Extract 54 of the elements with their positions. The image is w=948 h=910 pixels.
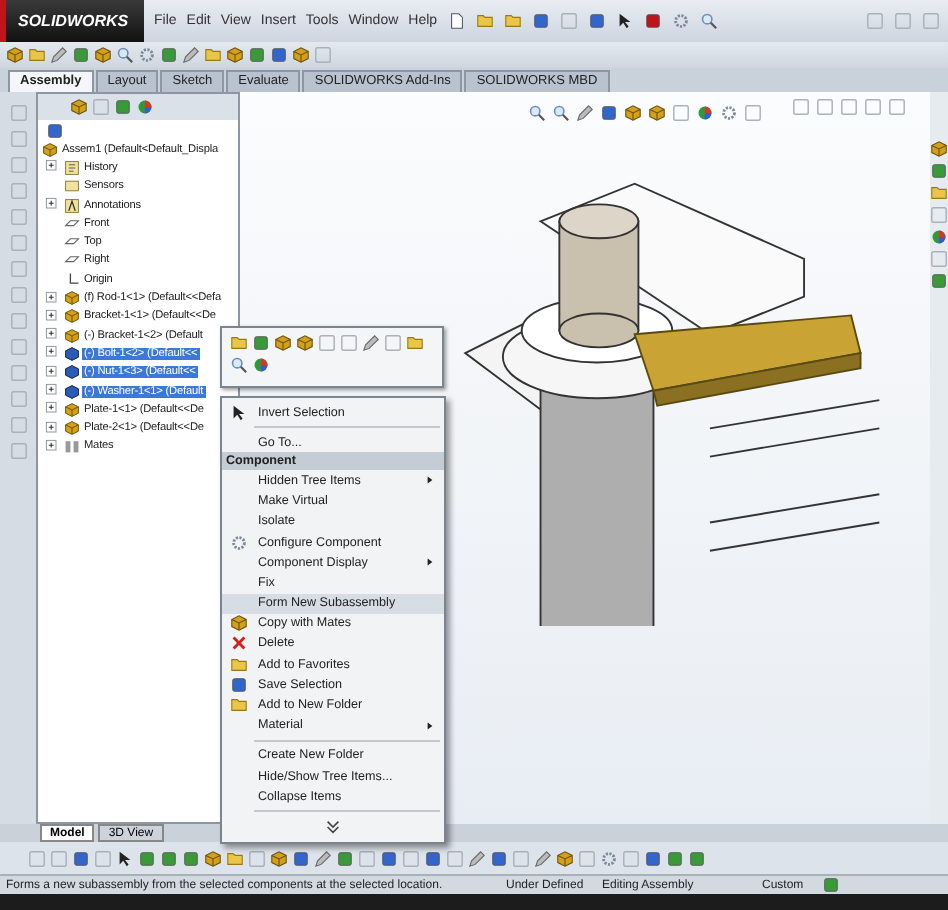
search-icon[interactable]	[116, 46, 134, 64]
app-logo: SOLIDWORKS	[0, 0, 144, 42]
expand-icon	[44, 158, 60, 175]
pencil-icon[interactable]	[362, 334, 380, 352]
cube-icon[interactable]	[296, 334, 314, 352]
pencil-icon[interactable]	[50, 46, 68, 64]
status-icon[interactable]	[822, 876, 840, 894]
folder-icon[interactable]	[503, 12, 522, 30]
cube-icon[interactable]	[6, 46, 24, 64]
delete-icon	[230, 634, 248, 653]
sensor-icon	[64, 178, 80, 195]
task-pane-icon[interactable]	[930, 140, 948, 158]
gear-icon[interactable]	[138, 46, 156, 64]
annotation-icon	[64, 197, 80, 214]
task-pane-icon[interactable]	[930, 228, 948, 246]
cube-icon[interactable]	[292, 46, 310, 64]
appearance-icon[interactable]	[136, 98, 154, 116]
feature-tree-icon[interactable]	[70, 98, 88, 116]
color-ball-icon[interactable]	[696, 104, 714, 122]
submenu-arrow-icon	[424, 556, 436, 569]
zoom-icon[interactable]	[528, 104, 546, 122]
zoom-icon[interactable]	[230, 356, 248, 374]
cube-icon[interactable]	[226, 46, 244, 64]
open-folder-icon[interactable]	[475, 12, 494, 30]
toolbar-icon[interactable]	[556, 849, 574, 867]
folder-icon	[230, 655, 248, 674]
gear-icon	[230, 533, 248, 552]
gear-icon[interactable]	[720, 104, 738, 122]
cube-icon[interactable]	[624, 104, 642, 122]
toolbar-icon[interactable]	[270, 849, 288, 867]
folder-icon[interactable]	[406, 334, 424, 352]
folder-icon[interactable]	[28, 46, 46, 64]
color-ball-icon[interactable]	[252, 356, 270, 374]
cube-icon	[230, 614, 248, 633]
cube-icon[interactable]	[648, 104, 666, 122]
pencil-icon[interactable]	[576, 104, 594, 122]
settings-icon[interactable]	[671, 12, 690, 30]
toolbar-icon[interactable]	[204, 849, 222, 867]
pencil-icon[interactable]	[182, 46, 200, 64]
expand-icon	[44, 196, 60, 213]
history-icon	[64, 159, 80, 176]
search-icon[interactable]	[699, 12, 718, 30]
cube-icon[interactable]	[94, 46, 112, 64]
mates-icon	[64, 438, 80, 455]
cube-icon[interactable]	[274, 334, 292, 352]
submenu-arrow-icon	[424, 474, 436, 487]
submenu-arrow-icon	[424, 719, 436, 732]
new-document-icon[interactable]	[447, 12, 466, 30]
zoom-icon[interactable]	[552, 104, 570, 122]
folder-icon[interactable]	[204, 46, 222, 64]
folder-icon	[230, 696, 248, 715]
folder-icon[interactable]	[230, 334, 248, 352]
chevron-icon[interactable]	[324, 817, 342, 836]
origin-icon	[64, 271, 80, 288]
